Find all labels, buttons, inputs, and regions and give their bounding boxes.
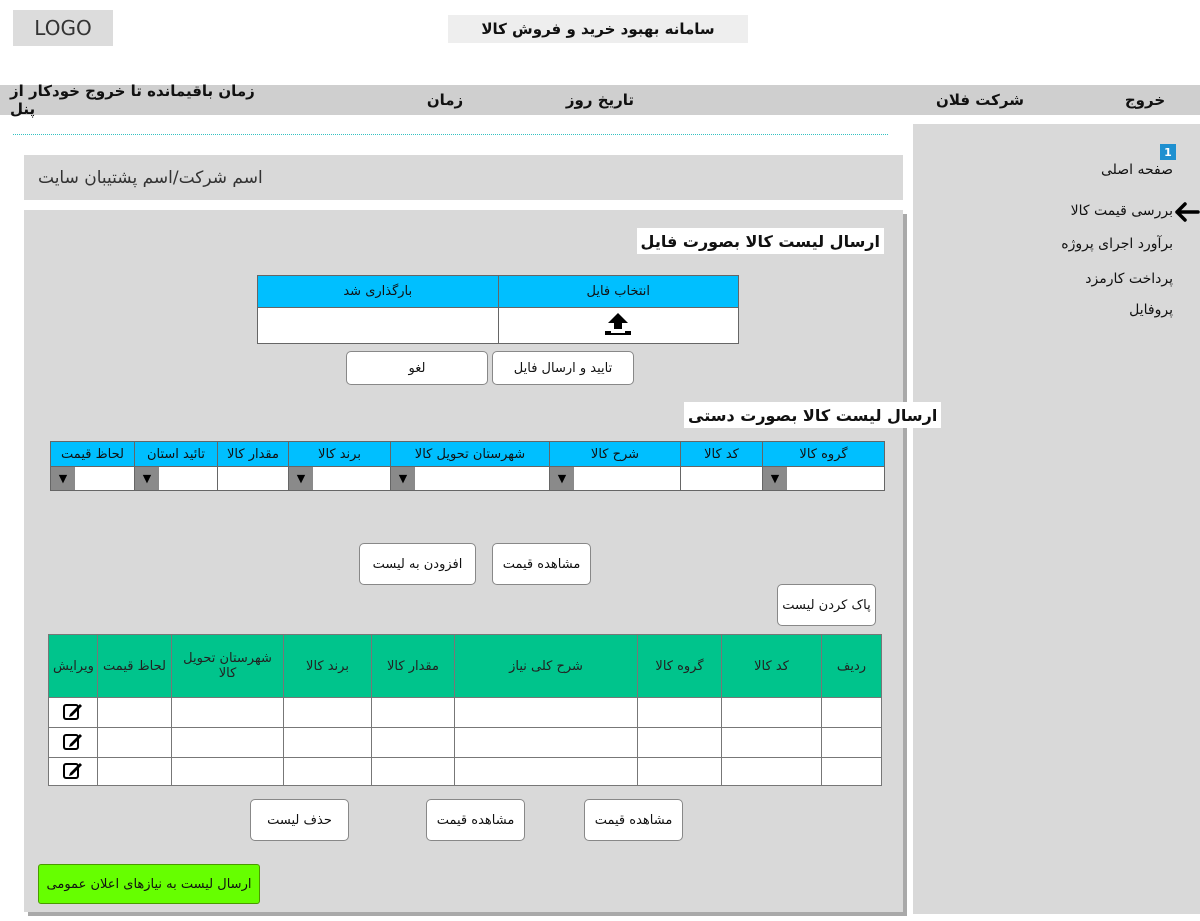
arrow-left-icon xyxy=(1175,202,1200,222)
col-delivery-city: شهرستان تحویل کالا xyxy=(390,441,550,467)
sidebar-item-home[interactable]: صفحه اصلی xyxy=(1101,162,1173,178)
province-approval-dropdown[interactable]: ▼ xyxy=(134,466,218,491)
time-label: زمان xyxy=(426,91,464,109)
logo: LOGO xyxy=(13,10,113,46)
col-delivery-city: شهرستان تحویل کالا xyxy=(171,634,284,698)
remaining-time-label: زمان باقیمانده تا خروج خودکار از پنل xyxy=(10,82,255,118)
edit-icon[interactable] xyxy=(62,731,84,751)
description-dropdown[interactable]: ▼ xyxy=(549,466,681,491)
confirm-upload-button[interactable]: تایید و ارسال فایل xyxy=(492,351,634,385)
site-title: سامانه بهبود خرید و فروش کالا xyxy=(448,15,748,43)
chevron-down-icon[interactable]: ▼ xyxy=(391,467,415,490)
chevron-down-icon[interactable]: ▼ xyxy=(51,467,75,490)
group-dropdown[interactable]: ▼ xyxy=(762,466,885,491)
col-code: کد کالا xyxy=(680,441,763,467)
col-need-description: شرح کلی نیاز xyxy=(454,634,638,698)
divider xyxy=(13,134,888,135)
col-province-approval: تائید استان xyxy=(134,441,218,467)
edit-cell[interactable] xyxy=(48,727,98,758)
company-name: شرکت فلان xyxy=(936,91,1024,109)
table-row xyxy=(48,757,882,786)
items-list-table: ویرایش لحاظ قیمت شهرستان تحویل کالا برند… xyxy=(48,634,882,786)
uploaded-cell xyxy=(257,307,499,344)
col-group: گروه کالا xyxy=(762,441,885,467)
col-quantity: مقدار کالا xyxy=(371,634,455,698)
table-row xyxy=(48,697,882,728)
manual-section-title: ارسال لیست کالا بصورت دستی xyxy=(684,402,942,428)
view-price-button[interactable]: مشاهده قیمت xyxy=(492,543,591,585)
edit-icon[interactable] xyxy=(62,760,84,780)
upload-icon[interactable] xyxy=(604,312,632,336)
col-price-consider: لحاظ قیمت xyxy=(97,634,172,698)
view-price-button-2[interactable]: مشاهده قیمت xyxy=(584,799,683,841)
file-upload-table: بارگذاری شد انتخاب فایل xyxy=(257,275,739,344)
edit-cell[interactable] xyxy=(48,697,98,728)
panel-notch xyxy=(8,300,24,920)
uploaded-header: بارگذاری شد xyxy=(257,275,499,308)
edit-cell[interactable] xyxy=(48,757,98,786)
brand-dropdown[interactable]: ▼ xyxy=(288,466,391,491)
select-file-cell[interactable] xyxy=(497,307,739,344)
manual-entry-table: لحاظ قیمت تائید استان مقدار کالا برند کا… xyxy=(50,441,885,491)
sidebar-item-project-estimate[interactable]: برآورد اجرای پروژه xyxy=(1061,236,1173,252)
send-to-public-needs-button[interactable]: ارسال لیست به نیازهای اعلان عمومی xyxy=(38,864,260,904)
sidebar-item-profile[interactable]: پروفایل xyxy=(1129,302,1173,318)
col-description: شرح کالا xyxy=(549,441,681,467)
file-section-title: ارسال لیست کالا بصورت فایل xyxy=(636,228,884,254)
table-row xyxy=(48,727,882,758)
clear-list-button[interactable]: پاک کردن لیست xyxy=(777,584,876,626)
company-support-box: اسم شرکت/اسم پشتیبان سایت xyxy=(24,155,903,200)
sidebar: 1 صفحه اصلی بررسی قیمت کالا برآورد اجرای… xyxy=(913,124,1200,914)
chevron-down-icon[interactable]: ▼ xyxy=(550,467,574,490)
col-code: کد کالا xyxy=(721,634,822,698)
notification-badge: 1 xyxy=(1160,144,1176,160)
code-input[interactable] xyxy=(680,466,763,491)
col-row: ردیف xyxy=(821,634,882,698)
top-bar: خروج شرکت فلان تاریخ روز زمان زمان باقیم… xyxy=(0,82,1200,118)
col-brand: برند کالا xyxy=(283,634,372,698)
col-edit: ویرایش xyxy=(48,634,98,698)
col-quantity: مقدار کالا xyxy=(217,441,289,467)
cancel-button[interactable]: لغو xyxy=(346,351,488,385)
sidebar-item-fee-payment[interactable]: پرداخت کارمزد xyxy=(1085,271,1173,287)
select-file-header: انتخاب فایل xyxy=(497,275,739,308)
delivery-city-dropdown[interactable]: ▼ xyxy=(390,466,550,491)
view-price-button-3[interactable]: مشاهده قیمت xyxy=(426,799,525,841)
quantity-input[interactable] xyxy=(217,466,289,491)
col-group: گروه کالا xyxy=(637,634,722,698)
edit-icon[interactable] xyxy=(62,701,84,721)
chevron-down-icon[interactable]: ▼ xyxy=(289,467,313,490)
col-brand: برند کالا xyxy=(288,441,391,467)
delete-list-button[interactable]: حذف لیست xyxy=(250,799,349,841)
col-price-consider: لحاظ قیمت xyxy=(50,441,135,467)
chevron-down-icon[interactable]: ▼ xyxy=(763,467,787,490)
chevron-down-icon[interactable]: ▼ xyxy=(135,467,159,490)
add-to-list-button[interactable]: افزودن به لیست xyxy=(359,543,476,585)
date-label: تاریخ روز xyxy=(565,91,635,109)
sidebar-item-price-check[interactable]: بررسی قیمت کالا xyxy=(1071,203,1173,219)
price-consider-dropdown[interactable]: ▼ xyxy=(50,466,135,491)
exit-link[interactable]: خروج xyxy=(1100,85,1190,115)
